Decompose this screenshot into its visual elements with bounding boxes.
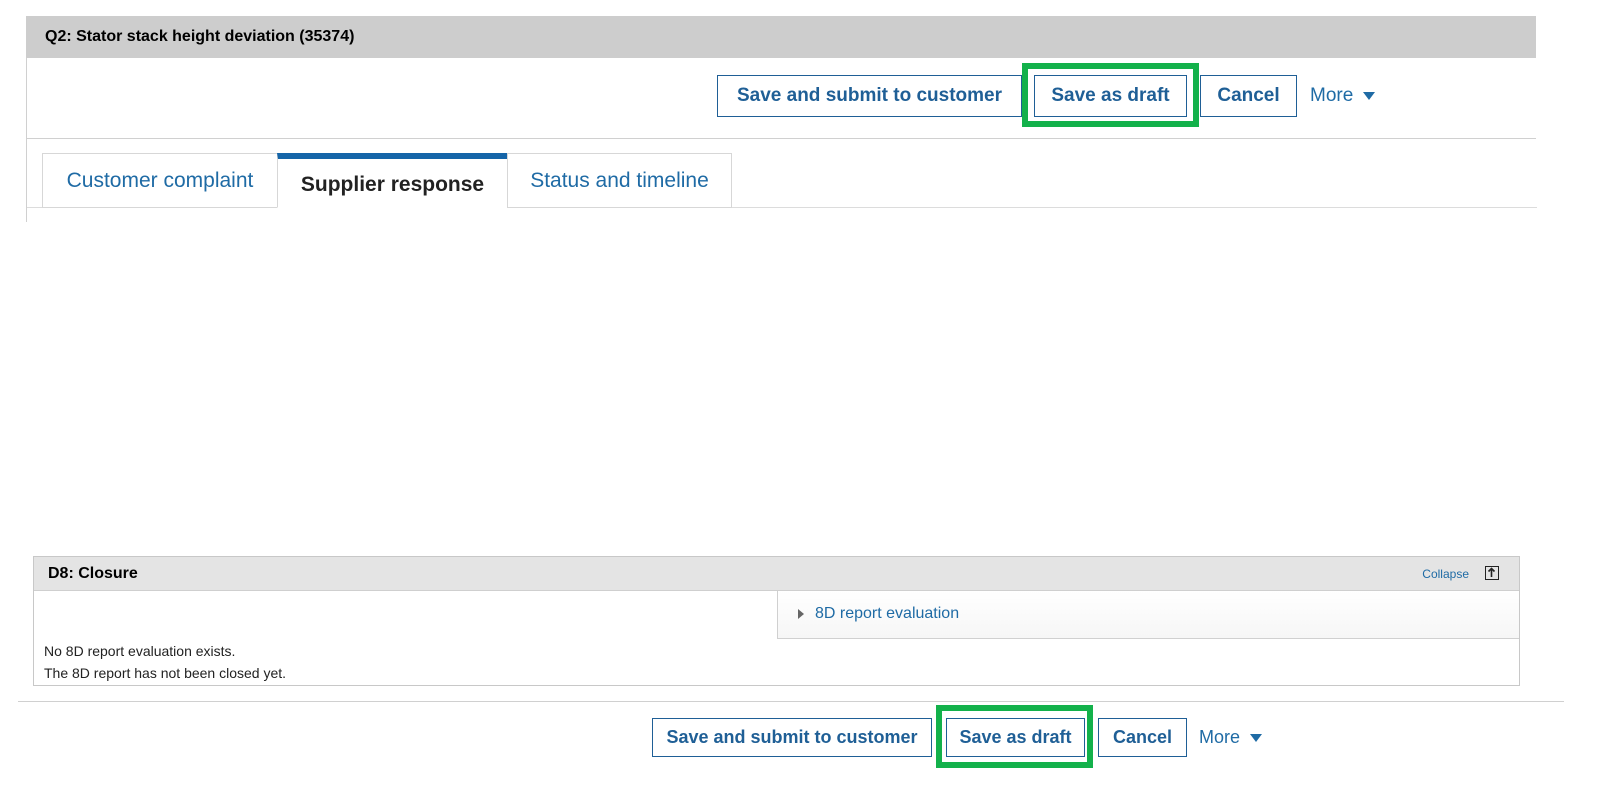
page-title: Q2: Stator stack height deviation (35374… (26, 16, 1536, 58)
more-menu-bottom[interactable]: More (1199, 718, 1263, 757)
cancel-button[interactable]: Cancel (1200, 75, 1297, 117)
save-and-submit-button[interactable]: Save and submit to customer (717, 75, 1022, 117)
top-toolbar: Save and submit to customer Save as draf… (26, 58, 1536, 139)
d8-closure-section: D8: Closure Collapse 8D report evaluatio… (33, 556, 1520, 686)
cancel-button-bottom[interactable]: Cancel (1098, 718, 1187, 757)
caret-down-icon (1363, 92, 1376, 100)
tab-status-and-timeline[interactable]: Status and timeline (507, 153, 732, 208)
caret-down-icon (1250, 733, 1263, 742)
collapse-link[interactable]: Collapse (1422, 557, 1469, 591)
section-title: D8: Closure (48, 565, 138, 582)
no-evaluation-message: No 8D report evaluation exists. (44, 643, 236, 659)
collapse-up-arrow-icon[interactable] (1485, 566, 1499, 580)
save-as-draft-button[interactable]: Save as draft (1034, 75, 1187, 117)
save-and-submit-button-bottom[interactable]: Save and submit to customer (652, 718, 932, 757)
save-as-draft-button-bottom[interactable]: Save as draft (946, 718, 1085, 757)
eval-panel: 8D report evaluation (777, 591, 1519, 639)
more-label: More (1199, 727, 1241, 747)
not-closed-message: The 8D report has not been closed yet. (44, 665, 287, 681)
more-label: More (1310, 85, 1354, 106)
eval-label: 8D report evaluation (815, 605, 960, 622)
tab-supplier-response[interactable]: Supplier response (277, 153, 508, 208)
divider (18, 701, 1564, 702)
more-menu[interactable]: More (1310, 75, 1376, 117)
eval-toggle[interactable]: 8D report evaluation (798, 591, 959, 637)
tab-bar: Customer complaint Supplier response Sta… (26, 139, 1537, 222)
expand-triangle-icon (798, 609, 804, 619)
tab-customer-complaint[interactable]: Customer complaint (42, 153, 278, 208)
section-header: D8: Closure Collapse (34, 557, 1519, 591)
